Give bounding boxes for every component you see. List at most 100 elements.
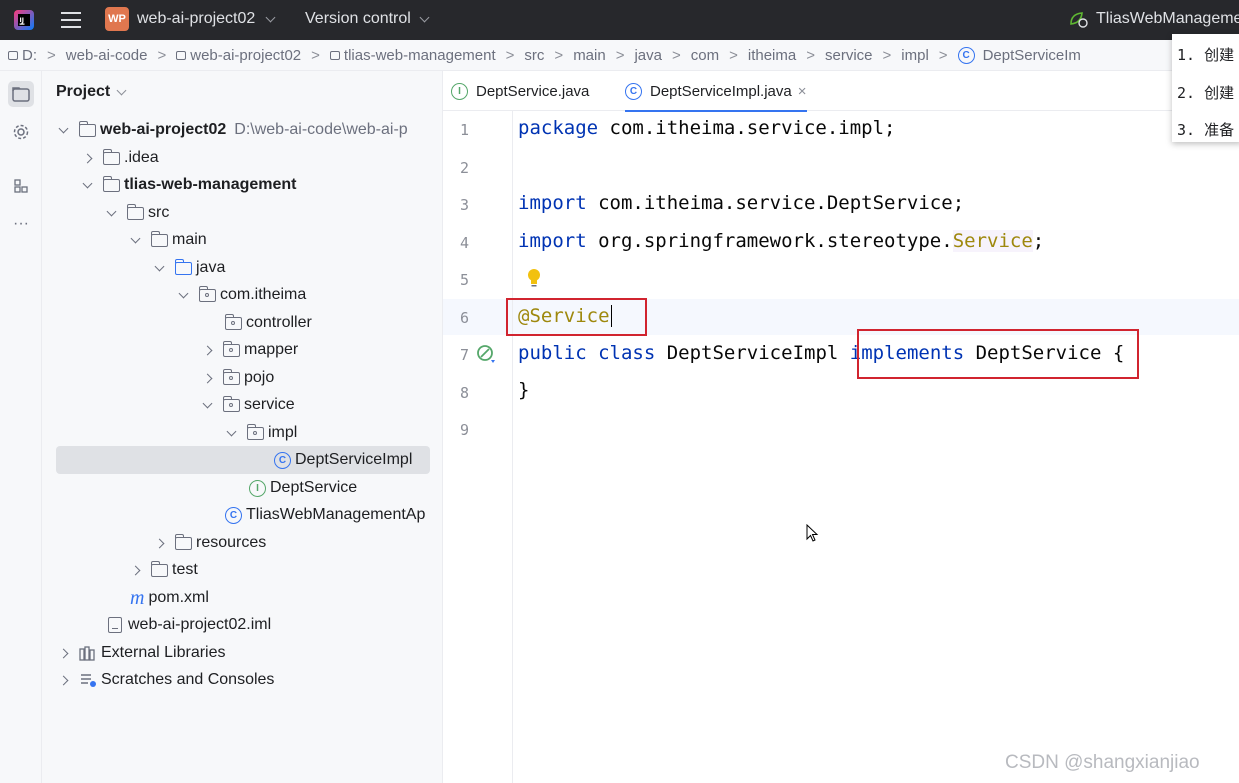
gear-icon xyxy=(13,124,29,140)
breadcrumb-separator: > xyxy=(882,46,892,64)
resources-folder-icon xyxy=(174,533,192,550)
tree-item-src[interactable]: src xyxy=(106,200,169,226)
interface-icon: I xyxy=(249,479,266,497)
run-configuration[interactable]: TliasWebManageme xyxy=(1068,10,1239,28)
highlight-box-implements xyxy=(857,329,1139,379)
tree-item-pojo[interactable]: pojo xyxy=(202,365,274,391)
drive-icon xyxy=(8,50,18,60)
services-tool-button[interactable] xyxy=(8,119,34,145)
chevron-down-icon xyxy=(58,123,69,133)
breadcrumb-item[interactable]: src xyxy=(524,47,544,64)
tree-item-deptservice[interactable]: I DeptService xyxy=(249,475,357,501)
tree-item-tlias-web-management[interactable]: tlias-web-management xyxy=(82,172,296,198)
chevron-down-icon xyxy=(226,426,237,436)
line-number: 7 xyxy=(460,346,470,364)
line-number: 9 xyxy=(460,421,470,439)
source-folder-icon xyxy=(174,258,192,275)
spring-run-icon xyxy=(1070,12,1088,28)
project-badge: WP xyxy=(105,7,129,31)
chevron-right-icon xyxy=(130,565,141,575)
line-number: 2 xyxy=(460,159,470,177)
maven-icon: m xyxy=(130,586,145,609)
scratches-icon xyxy=(81,674,96,687)
breadcrumb-item[interactable]: C DeptServiceIm xyxy=(957,46,1081,64)
breadcrumb-item[interactable]: impl xyxy=(901,47,929,64)
line-number: 4 xyxy=(460,234,470,252)
tree-item-java[interactable]: java xyxy=(154,255,225,281)
project-name: web-ai-project02 xyxy=(137,10,256,27)
project-tool-button[interactable] xyxy=(8,81,34,107)
package-icon xyxy=(222,368,240,385)
editor-tabs: I DeptService.java C DeptServiceImpl.jav… xyxy=(443,71,1239,112)
tree-item-external-libraries[interactable]: External Libraries xyxy=(58,640,226,666)
tab-deptservice[interactable]: I DeptService.java xyxy=(451,71,589,111)
project-switcher[interactable]: WP web-ai-project02 xyxy=(105,7,276,31)
popup-item: 2. 创建 xyxy=(1177,84,1235,102)
breadcrumb-separator: > xyxy=(311,46,320,64)
breadcrumb-item[interactable]: java xyxy=(634,47,662,64)
bean-gutter-icon[interactable] xyxy=(476,343,498,365)
chevron-down-icon xyxy=(265,12,276,22)
folder-icon xyxy=(150,560,168,577)
breadcrumb-item[interactable]: itheima xyxy=(748,47,796,64)
code-line-3: import com.itheima.service.DeptService; xyxy=(518,192,965,214)
tree-item-service[interactable]: service xyxy=(202,392,295,418)
tree-item-controller[interactable]: controller xyxy=(224,310,312,336)
intellij-logo-icon[interactable]: IJ xyxy=(12,8,36,32)
line-number: 6 xyxy=(460,309,470,327)
module-icon xyxy=(176,50,187,60)
tree-item-idea[interactable]: .idea xyxy=(82,145,159,171)
class-icon: C xyxy=(274,451,291,469)
watermark: CSDN @shangxianjiao xyxy=(1005,752,1200,773)
chevron-down-icon xyxy=(106,206,117,216)
line-number: 3 xyxy=(460,196,470,214)
close-icon[interactable]: × xyxy=(798,83,807,100)
breadcrumb-separator: > xyxy=(47,46,56,64)
tree-item-impl[interactable]: impl xyxy=(226,420,297,446)
breadcrumb-item[interactable]: web-ai-project02 xyxy=(176,47,301,64)
tab-deptserviceimpl[interactable]: C DeptServiceImpl.java × xyxy=(625,71,807,112)
tree-item-resources[interactable]: resources xyxy=(154,530,266,556)
version-control-label: Version control xyxy=(305,10,411,27)
chevron-down-icon xyxy=(178,288,189,298)
breadcrumb-item[interactable]: D: xyxy=(8,47,37,64)
package-icon xyxy=(222,395,240,412)
breadcrumb-item[interactable]: web-ai-code xyxy=(66,47,148,64)
structure-tool-button[interactable] xyxy=(8,173,34,199)
tree-item-application[interactable]: C TliasWebManagementAp xyxy=(225,502,425,528)
tree-item-pom[interactable]: m pom.xml xyxy=(130,585,209,611)
main-menu-icon[interactable] xyxy=(60,9,82,31)
tree-item-deptserviceimpl[interactable]: C DeptServiceImpl xyxy=(274,447,412,473)
chevron-down-icon xyxy=(82,178,93,188)
mouse-cursor-icon xyxy=(806,524,819,542)
lightbulb-icon[interactable] xyxy=(526,268,542,288)
steps-popup: 1. 创建 2. 创建 3. 准备 xyxy=(1172,34,1239,142)
more-tools-icon[interactable]: ··· xyxy=(8,211,34,237)
editor-gutter: 1 2 3 4 5 6 7 8 9 xyxy=(443,111,540,783)
breadcrumb-separator: > xyxy=(615,46,625,64)
tree-item-test[interactable]: test xyxy=(130,557,198,583)
popup-item: 1. 创建 xyxy=(1177,46,1235,64)
package-icon xyxy=(246,423,264,440)
module-folder-icon xyxy=(102,175,120,192)
tree-item-project-root[interactable]: web-ai-project02 D:\web-ai-code\web-ai-p xyxy=(58,117,408,143)
tree-item-iml[interactable]: web-ai-project02.iml xyxy=(108,612,271,638)
tree-item-scratches[interactable]: Scratches and Consoles xyxy=(58,667,274,693)
code-editor[interactable]: I DeptService.java C DeptServiceImpl.jav… xyxy=(443,71,1239,783)
tree-item-mapper[interactable]: mapper xyxy=(202,337,298,363)
version-control-menu[interactable]: Version control xyxy=(305,10,430,28)
code-line-1: package com.itheima.service.impl; xyxy=(518,117,896,139)
project-path-hint: D:\web-ai-code\web-ai-p xyxy=(234,121,408,138)
breadcrumb-item[interactable]: main xyxy=(573,47,606,64)
line-number: 5 xyxy=(460,271,470,289)
breadcrumb-item[interactable]: com xyxy=(691,47,719,64)
folder-icon xyxy=(102,148,120,165)
tree-item-main[interactable]: main xyxy=(130,227,207,253)
tree-item-com-itheima[interactable]: com.itheima xyxy=(178,282,306,308)
project-panel-title[interactable]: Project xyxy=(56,83,127,101)
project-panel: Project web-ai-project02 D:\web-ai-code\… xyxy=(42,71,443,783)
class-icon: C xyxy=(957,46,975,64)
breadcrumb-item[interactable]: tlias-web-management xyxy=(329,47,496,64)
code-line-4: import org.springframework.stereotype.Se… xyxy=(518,230,1045,252)
breadcrumb-item[interactable]: service xyxy=(825,47,873,64)
